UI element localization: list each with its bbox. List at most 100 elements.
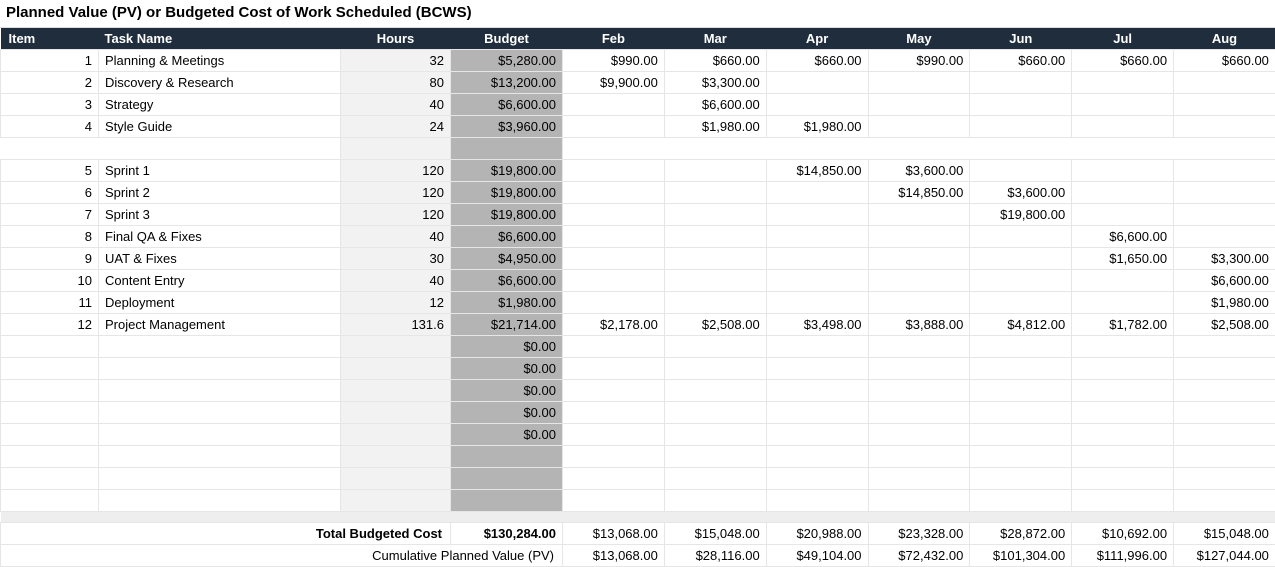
cell: [1174, 336, 1275, 358]
table-row: [1, 468, 1275, 490]
month-value: [970, 270, 1072, 292]
header-row: Item Task Name Hours Budget Feb Mar Apr …: [1, 28, 1275, 50]
col-month: Apr: [766, 28, 868, 50]
month-value: [563, 94, 665, 116]
hours-value: 120: [341, 160, 451, 182]
table-row: 7Sprint 3120$19,800.00$19,800.00: [1, 204, 1275, 226]
cell: [1174, 446, 1275, 468]
month-value: [1174, 160, 1275, 182]
cell: [766, 490, 868, 512]
month-value: $1,980.00: [664, 116, 766, 138]
item-number: 2: [1, 72, 99, 94]
item-number: 12: [1, 314, 99, 336]
month-value: $2,508.00: [664, 314, 766, 336]
month-value: [1174, 204, 1275, 226]
month-value: $2,178.00: [563, 314, 665, 336]
budget-value: $13,200.00: [451, 72, 563, 94]
cell: [664, 358, 766, 380]
cell: [341, 138, 451, 160]
cell: [563, 358, 665, 380]
table-row: [1, 446, 1275, 468]
month-value: [563, 182, 665, 204]
spacer-row: [1, 138, 1275, 160]
month-value: $660.00: [970, 50, 1072, 72]
cell: [1, 490, 99, 512]
page-title: Planned Value (PV) or Budgeted Cost of W…: [0, 0, 1275, 28]
cell: [970, 380, 1072, 402]
cell: [1072, 358, 1174, 380]
month-value: [970, 226, 1072, 248]
cell: [1, 424, 99, 446]
cell: [766, 138, 868, 160]
cell: [99, 358, 341, 380]
task-name: Deployment: [99, 292, 341, 314]
budget-value: $19,800.00: [451, 160, 563, 182]
table-row: 5Sprint 1120$19,800.00$14,850.00$3,600.0…: [1, 160, 1275, 182]
budget-value: $19,800.00: [451, 182, 563, 204]
budget-value: $5,280.00: [451, 50, 563, 72]
month-value: [1072, 116, 1174, 138]
cell: [563, 402, 665, 424]
hours-value: 120: [341, 204, 451, 226]
cell: [766, 424, 868, 446]
cell: [664, 468, 766, 490]
month-value: $660.00: [1174, 50, 1275, 72]
cell: [868, 336, 970, 358]
month-value: $1,980.00: [766, 116, 868, 138]
cumulative-pv-row: Cumulative Planned Value (PV)$13,068.00$…: [1, 545, 1275, 567]
month-value: [1072, 204, 1174, 226]
month-value: $3,498.00: [766, 314, 868, 336]
cell: [341, 336, 451, 358]
pv-table: Item Task Name Hours Budget Feb Mar Apr …: [0, 28, 1275, 567]
month-value: [1072, 94, 1174, 116]
month-value: $2,508.00: [1174, 314, 1275, 336]
month-value: $3,600.00: [970, 182, 1072, 204]
table-row: 9UAT & Fixes30$4,950.00$1,650.00$3,300.0…: [1, 248, 1275, 270]
col-hours: Hours: [341, 28, 451, 50]
cell: [99, 490, 341, 512]
cell: [970, 336, 1072, 358]
cell: [664, 424, 766, 446]
budget-value: $0.00: [451, 402, 563, 424]
cell: [664, 446, 766, 468]
table-row: 8Final QA & Fixes40$6,600.00$6,600.00: [1, 226, 1275, 248]
cell: [868, 380, 970, 402]
cell: [868, 468, 970, 490]
cell: [341, 490, 451, 512]
month-value: [563, 116, 665, 138]
hours-value: 40: [341, 94, 451, 116]
month-value: [766, 72, 868, 94]
hours-value: 12: [341, 292, 451, 314]
month-value: $14,850.00: [766, 160, 868, 182]
month-value: [868, 226, 970, 248]
cell: [868, 490, 970, 512]
cell: [563, 424, 665, 446]
month-total: $15,048.00: [664, 523, 766, 545]
table-row: $0.00: [1, 402, 1275, 424]
cell: [1072, 138, 1174, 160]
cell: [970, 424, 1072, 446]
cell: [1, 138, 99, 160]
task-name: Content Entry: [99, 270, 341, 292]
hours-value: 40: [341, 270, 451, 292]
month-value: $3,300.00: [664, 72, 766, 94]
total-budgeted-row: Total Budgeted Cost$130,284.00$13,068.00…: [1, 523, 1275, 545]
table-row: 10Content Entry40$6,600.00$6,600.00: [1, 270, 1275, 292]
month-value: [664, 182, 766, 204]
table-row: 11Deployment12$1,980.00$1,980.00: [1, 292, 1275, 314]
hours-value: 120: [341, 182, 451, 204]
cell: [970, 138, 1072, 160]
cumulative-value: $72,432.00: [868, 545, 970, 567]
hours-value: 30: [341, 248, 451, 270]
cumulative-value: $111,996.00: [1072, 545, 1174, 567]
month-value: [563, 292, 665, 314]
cell: [99, 138, 341, 160]
budget-value: $4,950.00: [451, 248, 563, 270]
cell: [868, 424, 970, 446]
month-value: [1174, 182, 1275, 204]
month-value: [868, 248, 970, 270]
col-month: Feb: [563, 28, 665, 50]
cumulative-pv-label: Cumulative Planned Value (PV): [1, 545, 563, 567]
month-value: $660.00: [664, 50, 766, 72]
month-value: [1174, 94, 1275, 116]
